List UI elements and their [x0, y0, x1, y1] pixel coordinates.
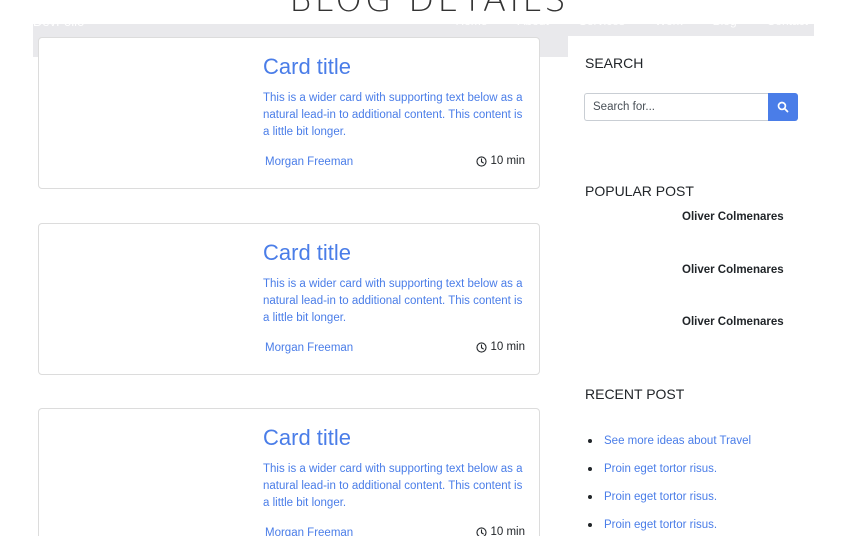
search-form — [584, 93, 798, 121]
popular-post-item[interactable]: Oliver Colmenares — [682, 264, 784, 276]
list-item: See more ideas about Travel — [585, 427, 751, 455]
nav-services[interactable]: Services — [579, 14, 625, 28]
bullet-icon — [588, 439, 592, 443]
card-title[interactable]: Card title — [263, 423, 531, 453]
recent-post-link[interactable]: Proin eget tortor risus. — [604, 491, 717, 503]
blog-card: Card title This is a wider card with sup… — [38, 223, 540, 375]
card-body: Card title This is a wider card with sup… — [263, 52, 531, 141]
bullet-icon — [588, 495, 592, 499]
card-read-time: 10 min — [476, 155, 525, 167]
recent-post-list: See more ideas about Travel Proin eget t… — [585, 427, 751, 536]
list-item: Proin eget tortor risus. — [585, 511, 751, 536]
search-heading: SEARCH — [585, 55, 644, 71]
recent-post-link[interactable]: Proin eget tortor risus. — [604, 519, 717, 531]
card-text: This is a wider card with supporting tex… — [263, 463, 523, 509]
search-input[interactable] — [584, 93, 768, 121]
bullet-icon — [588, 467, 592, 471]
brand-logo[interactable]: DevFolio — [33, 14, 84, 29]
popular-post-item[interactable]: Oliver Colmenares — [682, 211, 784, 223]
popular-post-heading: POPULAR POST — [585, 183, 694, 199]
nav-about[interactable]: About — [517, 14, 548, 28]
list-item: Proin eget tortor risus. — [585, 455, 751, 483]
card-text: This is a wider card with supporting tex… — [263, 278, 523, 324]
card-author-link[interactable]: Morgan Freeman — [265, 342, 353, 354]
nav-work[interactable]: Work — [655, 14, 683, 28]
card-read-time: 10 min — [476, 526, 525, 536]
search-button[interactable] — [768, 93, 798, 121]
nav-contact[interactable]: Contact — [767, 14, 808, 28]
recent-post-link[interactable]: See more ideas about Travel — [604, 435, 751, 447]
card-text: This is a wider card with supporting tex… — [263, 92, 523, 138]
nav-home[interactable]: Home — [455, 14, 487, 28]
card-time-label: 10 min — [490, 155, 525, 167]
card-author-link[interactable]: Morgan Freeman — [265, 527, 353, 536]
search-icon — [777, 101, 789, 113]
list-item: Proin eget tortor risus. — [585, 483, 751, 511]
card-author-link[interactable]: Morgan Freeman — [265, 156, 353, 168]
card-read-time: 10 min — [476, 341, 525, 353]
blog-card: Card title This is a wider card with sup… — [38, 37, 540, 189]
clock-icon — [476, 155, 488, 167]
card-title[interactable]: Card title — [263, 52, 531, 82]
card-time-label: 10 min — [490, 341, 525, 353]
card-body: Card title This is a wider card with sup… — [263, 238, 531, 327]
clock-icon — [476, 341, 488, 353]
sidebar: SEARCH POPULAR POST Oliver Colmenares Ol… — [568, 36, 814, 536]
nav-blog[interactable]: Blog — [713, 14, 737, 28]
card-time-label: 10 min — [490, 526, 525, 536]
card-body: Card title This is a wider card with sup… — [263, 423, 531, 512]
recent-post-link[interactable]: Proin eget tortor risus. — [604, 463, 717, 475]
recent-post-heading: RECENT POST — [585, 386, 685, 402]
clock-icon — [476, 526, 488, 536]
card-title[interactable]: Card title — [263, 238, 531, 268]
blog-card: Card title This is a wider card with sup… — [38, 408, 540, 536]
bullet-icon — [588, 523, 592, 527]
popular-post-item[interactable]: Oliver Colmenares — [682, 316, 784, 328]
nav-links: Home About Services Work Blog Contact — [455, 14, 808, 28]
